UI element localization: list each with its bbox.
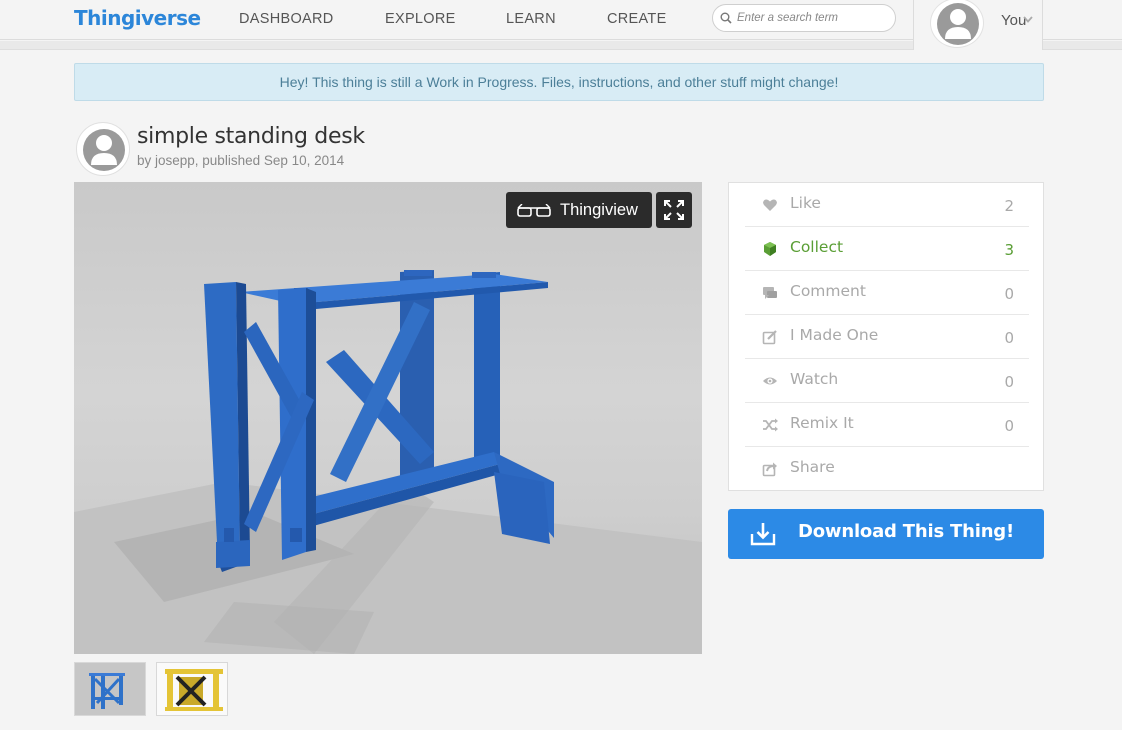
download-icon bbox=[750, 523, 776, 546]
model-preview-viewer[interactable]: Thingiview bbox=[74, 182, 702, 654]
thing-byline: by josepp, published Sep 10, 2014 bbox=[137, 153, 345, 168]
remix-count: 0 bbox=[1004, 417, 1014, 435]
made-one-label: I Made One bbox=[790, 326, 879, 344]
search-box[interactable] bbox=[712, 4, 896, 32]
standing-desk-render bbox=[74, 270, 702, 654]
creator-avatar[interactable] bbox=[76, 122, 130, 176]
thing-actions-panel: Like 2 Collect 3 Comment 0 I Made One 0 bbox=[728, 182, 1044, 491]
default-avatar-icon bbox=[937, 3, 979, 45]
comment-label: Comment bbox=[790, 282, 866, 300]
heart-icon bbox=[763, 199, 777, 211]
thing-title: simple standing desk bbox=[137, 124, 365, 149]
default-avatar-icon bbox=[83, 129, 125, 171]
collect-count: 3 bbox=[1004, 241, 1014, 259]
search-icon bbox=[720, 12, 732, 24]
comment-action[interactable]: Comment 0 bbox=[745, 271, 1029, 315]
remix-label: Remix It bbox=[790, 414, 854, 432]
thingiverse-logo[interactable]: Thingiverse bbox=[74, 6, 201, 30]
thumbnail-image bbox=[75, 663, 145, 715]
share-icon bbox=[762, 462, 777, 477]
watch-count: 0 bbox=[1004, 373, 1014, 391]
nav-dashboard[interactable]: DASHBOARD bbox=[239, 11, 334, 27]
comment-count: 0 bbox=[1004, 285, 1014, 303]
thingiview-button[interactable]: Thingiview bbox=[506, 192, 652, 228]
collect-label: Collect bbox=[790, 238, 844, 256]
watch-action[interactable]: Watch 0 bbox=[745, 359, 1029, 403]
remix-action[interactable]: Remix It 0 bbox=[745, 403, 1029, 447]
thingiview-label: Thingiview bbox=[560, 201, 638, 219]
like-action[interactable]: Like 2 bbox=[745, 183, 1029, 227]
made-one-action[interactable]: I Made One 0 bbox=[745, 315, 1029, 359]
nav-learn[interactable]: LEARN bbox=[506, 11, 556, 27]
share-action[interactable]: Share bbox=[745, 447, 1029, 491]
made-one-count: 0 bbox=[1004, 329, 1014, 347]
share-label: Share bbox=[790, 458, 835, 476]
made-one-icon bbox=[762, 330, 777, 345]
watch-label: Watch bbox=[790, 370, 839, 388]
collect-action[interactable]: Collect 3 bbox=[745, 227, 1029, 271]
collect-cube-icon bbox=[764, 242, 776, 256]
nav-explore[interactable]: EXPLORE bbox=[385, 11, 456, 27]
search-input[interactable] bbox=[737, 8, 887, 28]
3d-glasses-icon bbox=[517, 204, 551, 217]
nav-create[interactable]: CREATE bbox=[607, 11, 667, 27]
thumbnail-image bbox=[157, 663, 227, 715]
eye-icon bbox=[763, 377, 777, 385]
fullscreen-button[interactable] bbox=[656, 192, 692, 228]
download-button[interactable]: Download This Thing! bbox=[728, 509, 1044, 559]
user-avatar[interactable] bbox=[930, 0, 984, 48]
user-menu[interactable]: You bbox=[913, 0, 1043, 50]
expand-icon bbox=[664, 200, 684, 220]
comment-icon bbox=[763, 287, 777, 299]
like-label: Like bbox=[790, 194, 821, 212]
chevron-down-icon[interactable] bbox=[1023, 16, 1033, 23]
download-label: Download This Thing! bbox=[798, 521, 1014, 542]
work-in-progress-banner: Hey! This thing is still a Work in Progr… bbox=[74, 63, 1044, 101]
like-count: 2 bbox=[1004, 197, 1014, 215]
shuffle-icon bbox=[763, 418, 778, 432]
thumbnail-blue-render[interactable] bbox=[74, 662, 146, 716]
thumbnail-yellow-render[interactable] bbox=[156, 662, 228, 716]
